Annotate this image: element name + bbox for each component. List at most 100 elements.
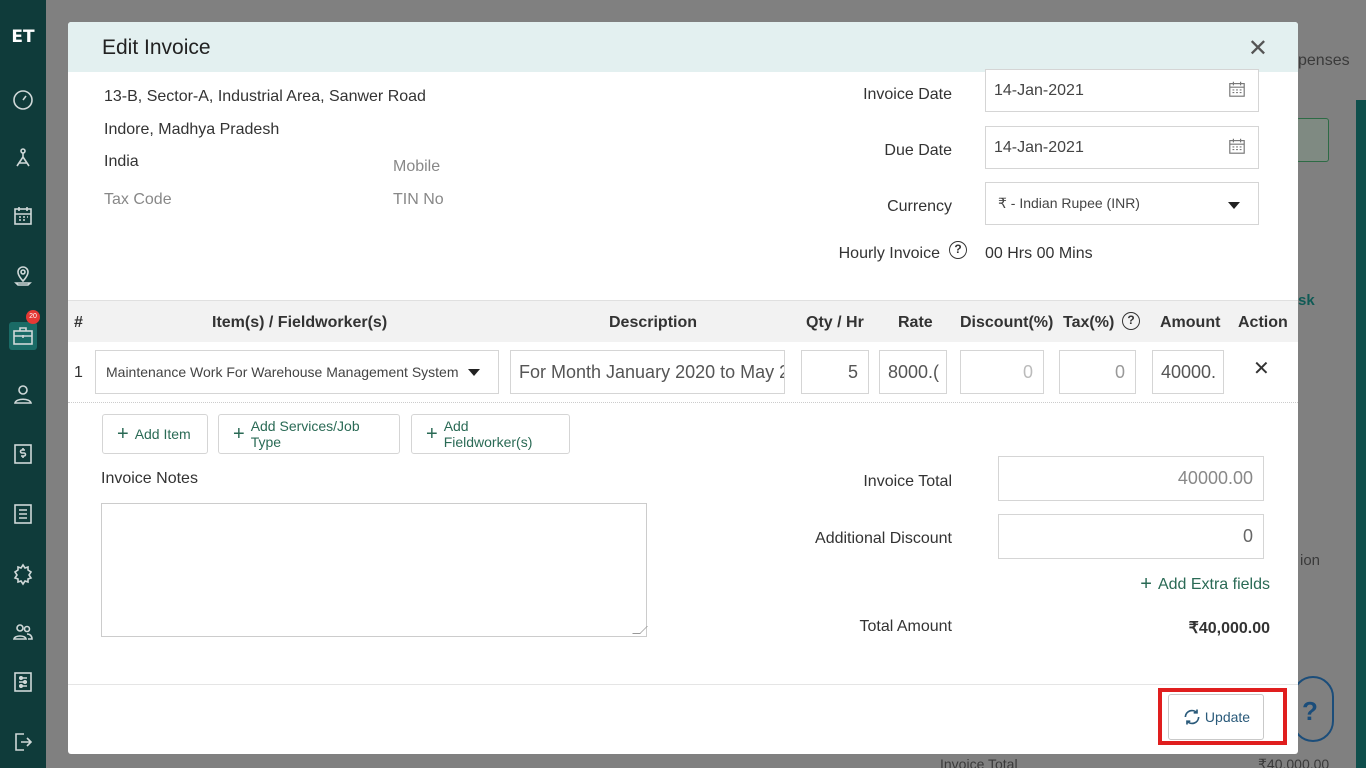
due-date-field[interactable]: 14-Jan-2021: [985, 126, 1259, 169]
description-input[interactable]: For Month January 2020 to May 2: [510, 350, 785, 394]
tax-value: 0: [1114, 361, 1125, 382]
app-logo[interactable]: ET: [8, 20, 38, 54]
item-select[interactable]: Maintenance Work For Warehouse Managemen…: [95, 350, 499, 394]
remove-row-icon[interactable]: ✕: [1253, 356, 1270, 381]
currency-select[interactable]: ₹ - Indian Rupee (INR): [985, 182, 1259, 225]
chevron-down-icon: [468, 369, 480, 376]
total-amount-value: ₹40,000.00: [1188, 620, 1270, 637]
address-line1: 13-B, Sector-A, Industrial Area, Sanwer …: [104, 88, 426, 105]
invoice-date-field[interactable]: 14-Jan-2021: [985, 69, 1259, 112]
invoice-total-field: 40000.00: [998, 456, 1264, 501]
invoice-date-label: Invoice Date: [863, 86, 952, 103]
row-number: 1: [74, 364, 83, 381]
calendar-icon[interactable]: [1228, 137, 1246, 155]
col-tax: Tax(%): [1063, 314, 1115, 331]
background-invoice-total-value: ₹40,000.00: [1258, 756, 1330, 768]
invoice-total-label: Invoice Total: [863, 473, 952, 490]
close-icon[interactable]: ✕: [1248, 34, 1268, 63]
add-services-button[interactable]: + Add Services/Job Type: [218, 414, 400, 454]
currency-label: Currency: [887, 198, 952, 215]
items-table-header: # Item(s) / Fieldworker(s) Description Q…: [68, 300, 1298, 342]
add-fieldworker-label: Add Fieldworker(s): [443, 418, 533, 450]
modal-title: Edit Invoice: [102, 36, 211, 59]
currency-value: ₹ - Indian Rupee (INR): [998, 195, 1140, 211]
col-description: Description: [609, 314, 698, 331]
modal-header: Edit Invoice ✕: [68, 22, 1298, 72]
tin-label: TIN No: [393, 191, 444, 208]
col-number: #: [74, 314, 83, 331]
tax-code-label: Tax Code: [104, 191, 172, 208]
add-fieldworker-button[interactable]: + Add Fieldworker(s): [411, 414, 570, 454]
plus-icon: +: [117, 422, 129, 445]
rate-value: 8000.(: [888, 361, 940, 382]
rate-input[interactable]: 8000.(: [879, 350, 947, 394]
notification-badge: 20: [26, 310, 40, 324]
user-icon[interactable]: [9, 380, 37, 408]
col-rate: Rate: [898, 314, 933, 331]
logout-icon[interactable]: [9, 728, 37, 756]
plus-icon: +: [1140, 573, 1152, 595]
tax-input[interactable]: 0: [1059, 350, 1136, 394]
address-country: India: [104, 153, 139, 170]
discount-input[interactable]: 0: [960, 350, 1044, 394]
invoice-total-value: 40000.00: [1177, 468, 1253, 488]
update-button[interactable]: Update: [1168, 694, 1264, 740]
invoice-notes-textarea[interactable]: [101, 503, 648, 637]
col-discount: Discount(%): [960, 314, 1054, 331]
address-line2: Indore, Madhya Pradesh: [104, 121, 280, 138]
add-extra-fields-button[interactable]: + Add Extra fields: [1140, 573, 1270, 596]
amount-input[interactable]: 40000.: [1152, 350, 1224, 394]
calendar-icon[interactable]: [9, 202, 37, 230]
help-icon[interactable]: ?: [949, 241, 967, 259]
chevron-down-icon: [1228, 202, 1240, 209]
col-action: Action: [1238, 314, 1288, 331]
settings-icon[interactable]: [9, 668, 37, 696]
additional-discount-field[interactable]: 0: [998, 514, 1264, 559]
dollar-icon[interactable]: [9, 440, 37, 468]
map-pin-icon[interactable]: [9, 262, 37, 290]
help-button: ?: [1292, 676, 1334, 742]
discount-value: 0: [1022, 361, 1033, 382]
due-date-value: 14-Jan-2021: [994, 138, 1084, 156]
amount-value: 40000.: [1161, 361, 1217, 382]
plus-icon: +: [426, 422, 438, 445]
calendar-icon[interactable]: [1228, 80, 1246, 98]
row-divider: [68, 402, 1298, 403]
background-scrollbar: [1356, 100, 1366, 768]
hierarchy-icon[interactable]: [9, 144, 37, 172]
add-item-button[interactable]: + Add Item: [102, 414, 208, 454]
background-column-fragment: ion: [1300, 552, 1321, 569]
add-services-label: Add Services/Job Type: [250, 418, 360, 450]
add-extra-fields-label: Add Extra fields: [1157, 575, 1270, 593]
refresh-icon: [1184, 709, 1200, 725]
plus-icon: +: [233, 422, 245, 445]
background-invoice-total-label: Invoice Total: [940, 756, 1018, 768]
description-value: For Month January 2020 to May 2: [519, 361, 785, 382]
qty-input[interactable]: 5: [801, 350, 869, 394]
edit-invoice-modal: Edit Invoice ✕ 13-B, Sector-A, Industria…: [68, 22, 1298, 754]
add-item-label: Add Item: [134, 426, 191, 442]
item-value: Maintenance Work For Warehouse Managemen…: [106, 364, 459, 380]
footer-divider: [68, 684, 1298, 685]
invoice-notes-label: Invoice Notes: [101, 470, 198, 487]
col-item: Item(s) / Fieldworker(s): [212, 314, 388, 331]
hourly-invoice-label: Hourly Invoice: [838, 245, 940, 262]
background-tab-fragment: penses: [1298, 52, 1350, 69]
invoice-date-value: 14-Jan-2021: [994, 81, 1084, 99]
col-amount: Amount: [1160, 314, 1221, 331]
sidebar-nav: ET 20: [0, 0, 46, 768]
users-icon[interactable]: [9, 618, 37, 646]
dashboard-icon[interactable]: [9, 86, 37, 114]
hourly-invoice-value: 00 Hrs 00 Mins: [985, 245, 1093, 262]
tax-help-icon[interactable]: ?: [1122, 312, 1140, 330]
list-icon[interactable]: [9, 500, 37, 528]
additional-discount-value: 0: [1242, 526, 1253, 546]
badge-icon[interactable]: [9, 560, 37, 588]
due-date-label: Due Date: [884, 142, 952, 159]
briefcase-icon[interactable]: [9, 322, 37, 350]
resize-handle-icon[interactable]: [632, 626, 648, 634]
col-qty: Qty / Hr: [806, 314, 864, 331]
mobile-label: Mobile: [393, 158, 441, 175]
update-label: Update: [1204, 709, 1251, 725]
total-amount-label: Total Amount: [859, 618, 953, 635]
